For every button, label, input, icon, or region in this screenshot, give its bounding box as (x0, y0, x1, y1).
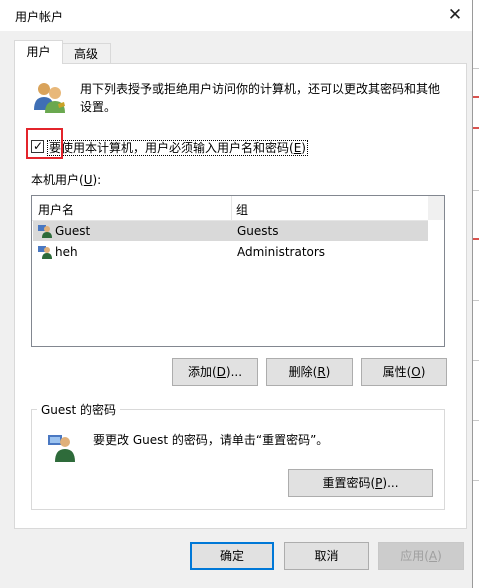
background-divider (473, 420, 479, 421)
delete-button-accesskey: R (317, 365, 326, 379)
add-button-text: 添加( (187, 365, 217, 379)
local-users-label: 本机用户(U): (31, 171, 101, 188)
row-group: Guests (237, 224, 279, 238)
row-group: Administrators (237, 245, 326, 259)
user-password-icon (48, 435, 75, 462)
user-icon (38, 225, 52, 238)
intro-text: 用下列表授予或拒绝用户访问你的计算机，还可以更改其密码和其他设置。 (80, 82, 441, 114)
require-login-label-text: 要使用本计算机，用户必须输入用户名和密码( (49, 141, 294, 155)
apply-button-suffix: ) (437, 549, 442, 563)
add-user-button[interactable]: 添加(D)... (172, 358, 258, 386)
delete-user-button[interactable]: 删除(R) (266, 358, 353, 386)
title-bar: 用户帐户 ✕ (0, 0, 472, 31)
require-login-label[interactable]: 要使用本计算机，用户必须输入用户名和密码(E) (47, 139, 308, 156)
reset-button-text: 重置密码( (322, 476, 376, 490)
properties-button-accesskey: O (411, 365, 421, 379)
apply-button-accesskey: A (428, 549, 438, 563)
scroll-corner (428, 196, 444, 220)
column-header-group[interactable]: 组 (236, 201, 248, 218)
user-icon (38, 246, 52, 259)
background-divider (473, 190, 479, 191)
dialog-title: 用户帐户 (15, 10, 64, 24)
table-row[interactable]: heh Administrators (33, 242, 428, 262)
background-divider (473, 68, 479, 69)
properties-button[interactable]: 属性(O) (361, 358, 447, 386)
password-group-title: Guest 的密码 (37, 401, 121, 418)
tab-advanced[interactable]: 高级 (61, 43, 111, 64)
ok-button[interactable]: 确定 (190, 542, 274, 570)
reset-password-button[interactable]: 重置密码(P)... (288, 469, 433, 497)
password-instructions: 要更改 Guest 的密码，请单击“重置密码”。 (93, 433, 329, 447)
users-list[interactable]: 用户名 组 Guest Guests heh Administrators (31, 195, 445, 347)
users-icon (34, 83, 65, 113)
require-login-label-close: ) (301, 141, 306, 155)
user-accounts-dialog: 用户帐户 ✕ 用户 高级 用下列表授予或拒绝用户访问你的计算机，还可以更改其密码… (0, 0, 473, 588)
highlight-annotation (26, 128, 63, 159)
users-list-header: 用户名 组 (32, 196, 428, 221)
reset-button-suffix: )... (382, 476, 399, 490)
properties-button-suffix: ) (420, 365, 426, 379)
delete-button-suffix: ) (325, 365, 331, 379)
background-divider (473, 480, 479, 481)
add-button-accesskey: D (216, 365, 226, 379)
background-marker (473, 238, 479, 240)
add-button-suffix: )... (225, 365, 243, 379)
row-username: heh (55, 245, 78, 259)
cancel-button[interactable]: 取消 (284, 542, 369, 570)
column-header-username[interactable]: 用户名 (38, 201, 74, 218)
background-divider (473, 300, 479, 301)
apply-button-text: 应用( (400, 549, 429, 563)
row-username: Guest (55, 224, 91, 238)
column-divider[interactable] (231, 196, 232, 220)
local-users-label-text: 本机用户( (31, 173, 84, 187)
background-marker (473, 96, 479, 98)
background-marker (473, 127, 479, 129)
table-row[interactable]: Guest Guests (33, 221, 428, 241)
close-icon[interactable]: ✕ (442, 4, 468, 26)
local-users-label-close: ): (92, 173, 102, 187)
background-window-edge (473, 0, 479, 588)
tab-users[interactable]: 用户 (14, 40, 63, 64)
background-divider (473, 360, 479, 361)
properties-button-text: 属性( (382, 365, 412, 379)
delete-button-text: 删除( (288, 365, 318, 379)
apply-button[interactable]: 应用(A) (378, 542, 464, 570)
